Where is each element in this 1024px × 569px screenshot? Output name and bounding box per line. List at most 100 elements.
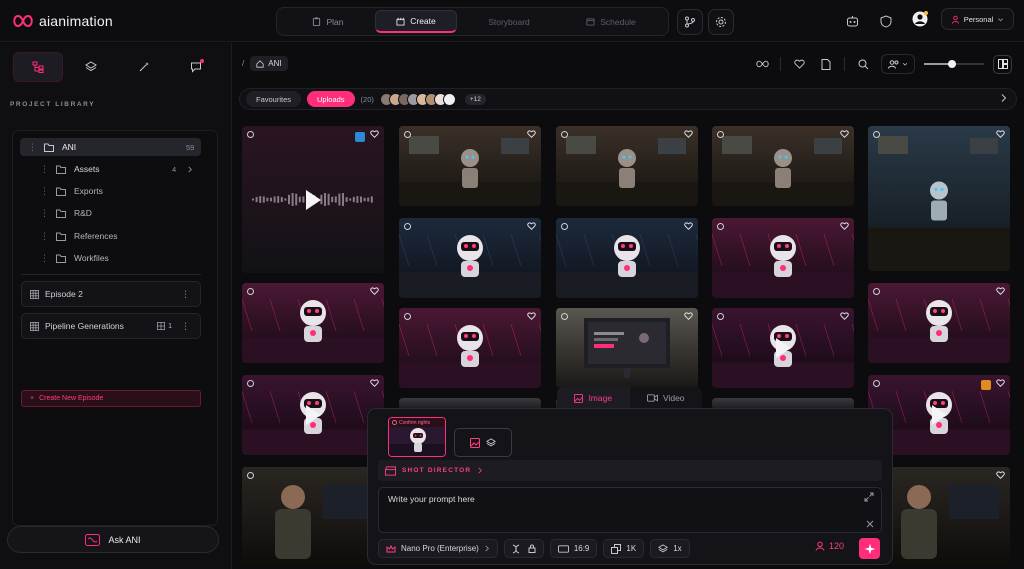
media-tile[interactable] [712,126,854,206]
tab-storyboard[interactable]: Storyboard [457,10,561,33]
select-checkbox[interactable] [247,380,254,387]
video-mode-tab[interactable]: Video [630,387,703,409]
heart-icon[interactable] [527,222,536,230]
more-options-icon[interactable]: ⋮ [181,321,190,332]
app-logo[interactable]: aianimation [12,11,113,31]
select-checkbox[interactable] [717,223,724,230]
seed-lock-selector[interactable] [503,539,544,558]
favourite-filter-button[interactable] [790,55,808,73]
play-icon[interactable] [774,337,792,359]
media-tile[interactable] [556,218,698,298]
heart-icon[interactable] [527,130,536,138]
media-tile[interactable] [242,283,384,363]
people-filter-button[interactable] [881,54,915,74]
zoom-slider-knob[interactable] [947,60,956,68]
close-icon[interactable] [866,520,874,528]
media-tile[interactable] [399,218,541,298]
heart-icon[interactable] [684,222,693,230]
media-tile[interactable] [242,375,384,455]
aspect-ratio-selector[interactable]: 16:9 [549,539,598,558]
select-checkbox[interactable] [717,313,724,320]
heart-icon[interactable] [996,130,1005,138]
model-selector[interactable]: Nano Pro (Enterprise) [378,539,498,558]
select-checkbox[interactable] [404,223,411,230]
account-switcher[interactable]: Personal [941,8,1014,30]
heart-icon[interactable] [684,312,693,320]
select-checkbox[interactable] [873,131,880,138]
batch-count-selector[interactable]: 1x [650,539,690,558]
tab-messages[interactable] [172,52,220,82]
media-tile[interactable] [712,218,854,298]
tab-layers[interactable] [67,52,115,82]
heart-icon[interactable] [996,471,1005,479]
create-new-episode-button[interactable]: + Create New Episode [21,390,201,407]
heart-icon[interactable] [996,379,1005,387]
select-checkbox[interactable] [247,288,254,295]
collaborator-avatars[interactable] [379,92,456,106]
heart-icon[interactable] [370,287,379,295]
select-checkbox[interactable] [561,223,568,230]
avatar[interactable] [911,10,929,28]
robot-button[interactable] [843,12,861,30]
chevron-right-icon[interactable] [1000,93,1008,103]
audio-tile[interactable] [242,126,384,273]
select-checkbox[interactable] [247,131,254,138]
tree-item-ani[interactable]: ⋮ ANI 59 [20,138,201,156]
select-checkbox[interactable] [404,131,411,138]
select-checkbox[interactable] [561,313,568,320]
shot-director-toggle[interactable]: SHOT DIRECTOR [378,460,882,481]
file-button[interactable] [817,55,835,73]
image-mode-tab[interactable]: Image [557,387,630,409]
heart-icon[interactable] [996,287,1005,295]
search-button[interactable] [854,55,872,73]
expand-icon[interactable] [864,492,874,502]
tree-item-references[interactable]: ⋮ References [40,227,200,245]
episode-card[interactable]: Pipeline Generations 1 ⋮ [21,313,201,339]
heart-icon[interactable] [370,379,379,387]
more-options-icon[interactable]: ⋮ [181,289,190,300]
tree-item-rnd[interactable]: ⋮ R&D [40,204,200,222]
ask-ani-button[interactable]: Ask ANI [7,526,219,553]
media-tile[interactable] [242,467,384,567]
tree-item-workfiles[interactable]: ⋮ Workfiles [40,249,200,267]
prompt-input[interactable]: Write your prompt here [378,487,882,533]
media-tile[interactable] [712,308,854,388]
heart-icon[interactable] [840,312,849,320]
uploads-filter[interactable]: Uploads [307,91,355,107]
avatar[interactable] [442,92,456,106]
heart-icon[interactable] [527,312,536,320]
heart-icon[interactable] [840,222,849,230]
tab-hierarchy[interactable] [13,52,64,82]
favourites-filter[interactable]: Favourites [246,91,302,107]
episode-card[interactable]: Episode 2 ⋮ [21,281,201,307]
media-tile[interactable] [868,126,1010,271]
select-checkbox[interactable] [404,313,411,320]
tab-schedule[interactable]: Schedule [561,10,661,33]
branch-button[interactable] [677,9,703,35]
more-avatars-badge[interactable]: +12 [464,93,486,105]
tree-item-exports[interactable]: ⋮ Exports [40,182,200,200]
media-tile[interactable] [556,308,698,388]
heart-icon[interactable] [684,130,693,138]
media-tile[interactable] [399,308,541,388]
media-tile[interactable] [556,126,698,206]
tab-magic[interactable] [120,52,168,82]
play-icon[interactable] [304,189,322,211]
play-icon[interactable] [930,404,948,426]
zoom-slider[interactable] [924,60,984,68]
tab-plan[interactable]: Plan [281,10,375,33]
generate-button[interactable] [859,538,880,559]
reference-image[interactable]: Confirm rights [388,417,446,457]
select-checkbox[interactable] [873,288,880,295]
heart-icon[interactable] [370,130,379,138]
media-tile[interactable] [399,126,541,206]
media-tile[interactable] [868,283,1010,363]
play-icon[interactable] [304,404,322,426]
select-checkbox[interactable] [717,131,724,138]
tree-item-assets[interactable]: ⋮ Assets 4 [40,160,200,178]
select-checkbox[interactable] [561,131,568,138]
link-button[interactable] [753,55,771,73]
settings-button[interactable] [708,9,734,35]
add-reference-button[interactable] [454,428,512,457]
resolution-selector[interactable]: 1K [603,539,645,558]
